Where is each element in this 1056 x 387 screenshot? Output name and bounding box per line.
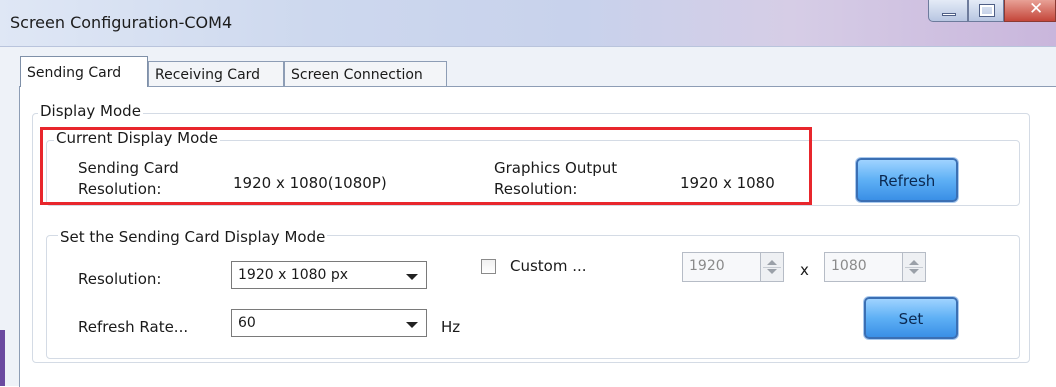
- hz-unit-label: Hz: [441, 318, 461, 336]
- title-bar[interactable]: Screen Configuration-COM4 ✕: [0, 0, 1056, 47]
- refresh-button[interactable]: Refresh: [856, 158, 958, 202]
- stepper-divider: [763, 267, 781, 268]
- tab-sending-card[interactable]: Sending Card: [20, 56, 148, 87]
- custom-checkbox[interactable]: [481, 259, 496, 274]
- maximize-button[interactable]: [968, 0, 1004, 22]
- close-icon: ✕: [1029, 0, 1044, 19]
- minimize-button[interactable]: [928, 0, 968, 22]
- close-button[interactable]: ✕: [1004, 0, 1056, 22]
- minimize-icon: [942, 13, 956, 16]
- stepper-up-icon: [767, 260, 777, 265]
- chevron-down-icon: [406, 322, 418, 328]
- stepper-up-icon: [909, 260, 919, 265]
- window-title: Screen Configuration-COM4: [10, 13, 233, 32]
- custom-width-spinner[interactable]: 1920: [682, 252, 784, 282]
- stepper-down-icon: [909, 269, 919, 274]
- set-button[interactable]: Set: [864, 297, 958, 339]
- height-stepper[interactable]: [902, 253, 925, 281]
- maximize-icon: [979, 4, 995, 17]
- display-mode-label: Display Mode: [38, 102, 143, 120]
- width-stepper[interactable]: [760, 253, 783, 281]
- custom-width-value: 1920: [689, 258, 725, 274]
- resolution-label: Resolution:: [78, 270, 162, 288]
- set-display-mode-label: Set the Sending Card Display Mode: [58, 228, 328, 246]
- times-label: x: [800, 261, 809, 279]
- refresh-rate-select-value: 60: [238, 315, 256, 331]
- screen-configuration-window: Screen Configuration-COM4 ✕ Sending Card…: [0, 0, 1056, 387]
- tab-receiving-card[interactable]: Receiving Card: [148, 61, 284, 86]
- highlight-box: [40, 127, 812, 205]
- resolution-select[interactable]: 1920 x 1080 px: [231, 261, 427, 289]
- custom-label: Custom ...: [510, 257, 587, 275]
- chevron-down-icon: [406, 274, 418, 280]
- window-edge-accent: [0, 330, 5, 386]
- tab-screen-connection[interactable]: Screen Connection: [284, 61, 447, 86]
- stepper-down-icon: [767, 269, 777, 274]
- custom-height-value: 1080: [831, 258, 867, 274]
- refresh-rate-select[interactable]: 60: [231, 309, 427, 337]
- resolution-select-value: 1920 x 1080 px: [238, 267, 349, 283]
- custom-height-spinner[interactable]: 1080: [824, 252, 926, 282]
- stepper-divider: [905, 267, 923, 268]
- refresh-rate-label: Refresh Rate...: [78, 318, 189, 336]
